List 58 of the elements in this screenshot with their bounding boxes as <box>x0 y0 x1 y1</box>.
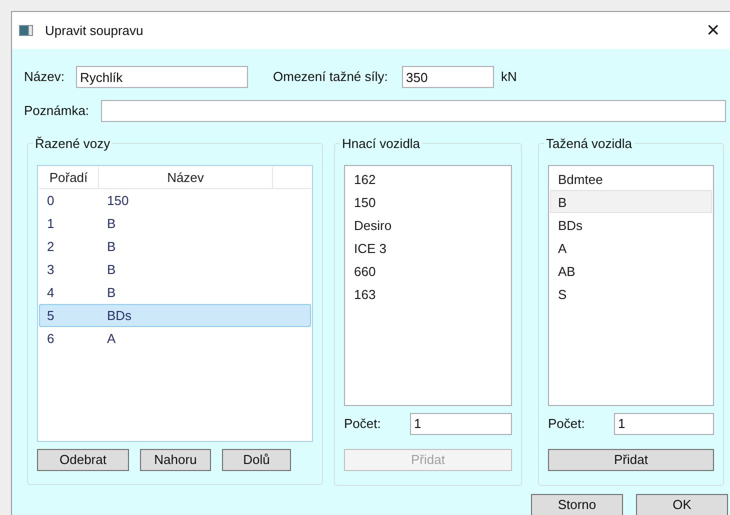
window-title: Upravit soupravu <box>45 22 144 40</box>
note-field[interactable] <box>101 100 726 122</box>
name-cell-text: B <box>106 260 116 278</box>
button[interactable]: Odebrat <box>37 448 129 470</box>
column-header[interactable]: Název <box>99 166 273 188</box>
order-cell-text: 4 <box>46 284 56 302</box>
list-row[interactable]: 2 B <box>39 234 311 258</box>
order-cell-text: 5 <box>46 306 56 324</box>
column-header[interactable]: Pořadí <box>39 166 99 188</box>
button[interactable]: Přidat <box>548 448 714 470</box>
name-field[interactable]: Rychlík <box>76 66 248 88</box>
window-icon <box>19 25 33 36</box>
force-field[interactable]: 350 <box>402 66 494 88</box>
count-field[interactable]: 1 <box>410 412 512 434</box>
count-field[interactable]: 1 <box>614 412 714 434</box>
name-cell-text: B <box>106 214 116 232</box>
list-item[interactable]: AB <box>550 258 712 282</box>
order-cell-text: 1 <box>46 214 56 232</box>
list-item[interactable]: A <box>550 236 712 258</box>
group-title: Hnací vozidla <box>341 135 422 153</box>
list-item[interactable]: 162 <box>346 166 510 190</box>
list-item[interactable]: 163 <box>346 282 510 304</box>
list-row[interactable]: 4 B <box>39 280 311 304</box>
list-item[interactable]: 150 <box>346 190 510 212</box>
list-item[interactable]: 660 <box>346 258 510 282</box>
list-item[interactable]: B <box>550 190 712 212</box>
order-cell-text: 6 <box>46 330 56 348</box>
name-cell-text: B <box>106 238 116 256</box>
list-item[interactable]: S <box>550 282 712 304</box>
list-row[interactable]: 3 B <box>39 258 311 280</box>
force-label: Omezení tažné síly: <box>273 68 389 86</box>
order-cell-text: 3 <box>46 260 56 278</box>
name-label: Název: <box>24 68 66 86</box>
list-row[interactable]: 5 BDs <box>39 304 311 326</box>
button[interactable]: Dolů <box>222 448 291 470</box>
list-item[interactable]: Desiro <box>346 212 510 236</box>
group-title: Řazené vozy <box>34 135 112 153</box>
name-cell-text: 150 <box>106 192 129 210</box>
count-label: Počet: <box>344 414 382 433</box>
order-cell-text: 0 <box>46 192 56 210</box>
note-label: Poznámka: <box>24 102 90 120</box>
list-item[interactable]: Bdmtee <box>550 166 712 190</box>
list-row[interactable]: 0 150 <box>39 188 311 212</box>
list-row[interactable]: 6 A <box>39 326 311 350</box>
button[interactable]: Nahoru <box>140 448 211 470</box>
list-row[interactable]: 1 B <box>39 212 311 234</box>
close-button[interactable]: ✕ <box>698 18 728 44</box>
group-title: Tažená vozidla <box>545 135 633 153</box>
button[interactable]: Storno <box>531 494 623 515</box>
count-label: Počet: <box>548 414 586 433</box>
order-cell-text: 2 <box>46 238 56 256</box>
name-cell-text: A <box>106 330 116 348</box>
button[interactable]: OK <box>636 494 728 515</box>
list-item[interactable]: ICE 3 <box>346 236 510 258</box>
unit-label: kN <box>501 68 517 86</box>
name-cell-text: B <box>106 284 116 302</box>
name-cell-text: BDs <box>106 306 132 324</box>
list-item[interactable]: BDs <box>550 212 712 236</box>
